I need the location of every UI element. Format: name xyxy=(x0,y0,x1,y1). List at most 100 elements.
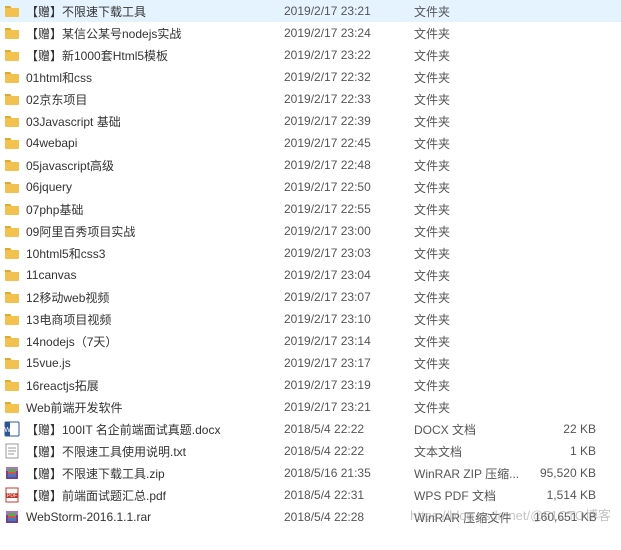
file-row[interactable]: 【赠】不限速工具使用说明.txt2018/5/4 22:22文本文档1 KB xyxy=(0,440,621,462)
file-row[interactable]: 14nodejs（7天）2019/2/17 23:14文件夹 xyxy=(0,330,621,352)
folder-icon xyxy=(4,135,20,151)
file-date: 2019/2/17 23:21 xyxy=(284,400,414,414)
file-name: 10html5和css3 xyxy=(26,245,105,262)
file-date: 2018/5/16 21:35 xyxy=(284,466,414,480)
file-date: 2018/5/4 22:22 xyxy=(284,422,414,436)
file-name: 【赠】新1000套Html5模板 xyxy=(26,47,168,64)
file-name-cell: 02京东项目 xyxy=(4,91,284,108)
file-date: 2019/2/17 23:17 xyxy=(284,356,414,370)
folder-icon xyxy=(4,245,20,261)
file-name-cell: 【赠】不限速下载工具 xyxy=(4,3,284,20)
file-row[interactable]: 13电商项目视频2019/2/17 23:10文件夹 xyxy=(0,308,621,330)
file-size: 1,514 KB xyxy=(534,488,604,502)
file-name: 16reactjs拓展 xyxy=(26,377,99,394)
file-date: 2019/2/17 22:45 xyxy=(284,136,414,150)
file-date: 2019/2/17 23:19 xyxy=(284,378,414,392)
file-name: 【赠】前端面试题汇总.pdf xyxy=(26,487,166,504)
file-name: 06jquery xyxy=(26,180,72,194)
file-date: 2018/5/4 22:31 xyxy=(284,488,414,502)
file-date: 2019/2/17 22:50 xyxy=(284,180,414,194)
file-name: 【赠】不限速下载工具.zip xyxy=(26,465,165,482)
file-type: 文件夹 xyxy=(414,267,534,284)
file-name: 13电商项目视频 xyxy=(26,311,111,328)
file-name-cell: 06jquery xyxy=(4,179,284,195)
file-name-cell: 07php基础 xyxy=(4,201,284,218)
file-name: 11canvas xyxy=(26,268,76,282)
file-name: 【赠】不限速下载工具 xyxy=(26,3,146,20)
file-row[interactable]: W 【赠】100IT 名企前端面试真题.docx 2018/5/4 22:22DOC… xyxy=(0,418,621,440)
folder-icon xyxy=(4,399,20,415)
file-name-cell: 【赠】新1000套Html5模板 xyxy=(4,47,284,64)
file-name: 05javascript高级 xyxy=(26,157,114,174)
file-row[interactable]: WebStorm-2016.1.1.rar2018/5/4 22:28WinRA… xyxy=(0,506,621,528)
file-row[interactable]: 07php基础2019/2/17 22:55文件夹 xyxy=(0,198,621,220)
file-date: 2019/2/17 23:07 xyxy=(284,290,414,304)
docx-icon: W xyxy=(4,421,20,437)
file-row[interactable]: Web前端开发软件2019/2/17 23:21文件夹 xyxy=(0,396,621,418)
file-name: 01html和css xyxy=(26,69,92,86)
file-row[interactable]: 15vue.js2019/2/17 23:17文件夹 xyxy=(0,352,621,374)
file-name: 【赠】100IT 名企前端面试真题.docx xyxy=(26,421,221,438)
folder-icon xyxy=(4,113,20,129)
file-type: 文件夹 xyxy=(414,377,534,394)
file-type: 文件夹 xyxy=(414,179,534,196)
file-row[interactable]: 05javascript高级 2019/2/17 22:48文件夹 xyxy=(0,154,621,176)
file-row[interactable]: 09阿里百秀项目实战2019/2/17 23:00文件夹 xyxy=(0,220,621,242)
file-row[interactable]: 【赠】某信公某号nodejs实战2019/2/17 23:24文件夹 xyxy=(0,22,621,44)
file-name-cell: Web前端开发软件 xyxy=(4,399,284,416)
file-type: 文件夹 xyxy=(414,289,534,306)
file-type: DOCX 文档 xyxy=(414,421,534,438)
file-type: 文件夹 xyxy=(414,157,534,174)
pdf-icon: PDF xyxy=(4,487,20,503)
file-row[interactable]: 【赠】新1000套Html5模板2019/2/17 23:22文件夹 xyxy=(0,44,621,66)
file-size: 22 KB xyxy=(534,422,604,436)
file-name-cell: 14nodejs（7天） xyxy=(4,333,284,350)
folder-icon xyxy=(4,47,20,63)
file-date: 2018/5/4 22:22 xyxy=(284,444,414,458)
file-name-cell: 15vue.js xyxy=(4,355,284,371)
file-row[interactable]: 【赠】不限速下载工具.zip2018/5/16 21:35WinRAR ZIP … xyxy=(0,462,621,484)
folder-icon xyxy=(4,311,20,327)
file-name-cell: 【赠】某信公某号nodejs实战 xyxy=(4,25,284,42)
folder-icon xyxy=(4,179,20,195)
file-row[interactable]: 11canvas 2019/2/17 23:04文件夹 xyxy=(0,264,621,286)
file-date: 2019/2/17 22:32 xyxy=(284,70,414,84)
file-type: 文件夹 xyxy=(414,223,534,240)
file-row[interactable]: PDF【赠】前端面试题汇总.pdf2018/5/4 22:31WPS PDF 文… xyxy=(0,484,621,506)
file-row[interactable]: 03Javascript 基础2019/2/17 22:39文件夹 xyxy=(0,110,621,132)
file-row[interactable]: 01html和css2019/2/17 22:32文件夹 xyxy=(0,66,621,88)
file-row[interactable]: 10html5和css32019/2/17 23:03文件夹 xyxy=(0,242,621,264)
file-name-cell: 16reactjs拓展 xyxy=(4,377,284,394)
svg-text:W: W xyxy=(4,427,11,434)
file-type: 文件夹 xyxy=(414,25,534,42)
file-row[interactable]: 02京东项目2019/2/17 22:33文件夹 xyxy=(0,88,621,110)
file-list: 【赠】不限速下载工具2019/2/17 23:21文件夹【赠】某信公某号node… xyxy=(0,0,621,528)
file-type: 文件夹 xyxy=(414,113,534,130)
file-type: 文件夹 xyxy=(414,245,534,262)
file-date: 2019/2/17 22:48 xyxy=(284,158,414,172)
file-name-cell: 09阿里百秀项目实战 xyxy=(4,223,284,240)
file-name-cell: 12移动web视频 xyxy=(4,289,284,306)
file-date: 2019/2/17 22:55 xyxy=(284,202,414,216)
file-name: 07php基础 xyxy=(26,201,83,218)
file-date: 2019/2/17 23:04 xyxy=(284,268,414,282)
file-row[interactable]: 【赠】不限速下载工具2019/2/17 23:21文件夹 xyxy=(0,0,621,22)
folder-icon xyxy=(4,201,20,217)
file-name: 12移动web视频 xyxy=(26,289,109,306)
file-type: WinRAR 压缩文件 xyxy=(414,509,534,526)
file-row[interactable]: 12移动web视频 2019/2/17 23:07文件夹 xyxy=(0,286,621,308)
file-name-cell: WebStorm-2016.1.1.rar xyxy=(4,509,284,525)
file-row[interactable]: 06jquery 2019/2/17 22:50文件夹 xyxy=(0,176,621,198)
file-row[interactable]: 16reactjs拓展 2019/2/17 23:19文件夹 xyxy=(0,374,621,396)
file-name-cell: 05javascript高级 xyxy=(4,157,284,174)
file-type: 文件夹 xyxy=(414,3,534,20)
file-row[interactable]: 04webapi2019/2/17 22:45文件夹 xyxy=(0,132,621,154)
folder-icon xyxy=(4,355,20,371)
file-date: 2019/2/17 23:22 xyxy=(284,48,414,62)
folder-icon xyxy=(4,91,20,107)
file-name-cell: W 【赠】100IT 名企前端面试真题.docx xyxy=(4,421,284,438)
folder-icon xyxy=(4,223,20,239)
file-name-cell: 10html5和css3 xyxy=(4,245,284,262)
file-name-cell: 03Javascript 基础 xyxy=(4,113,284,130)
folder-icon xyxy=(4,69,20,85)
